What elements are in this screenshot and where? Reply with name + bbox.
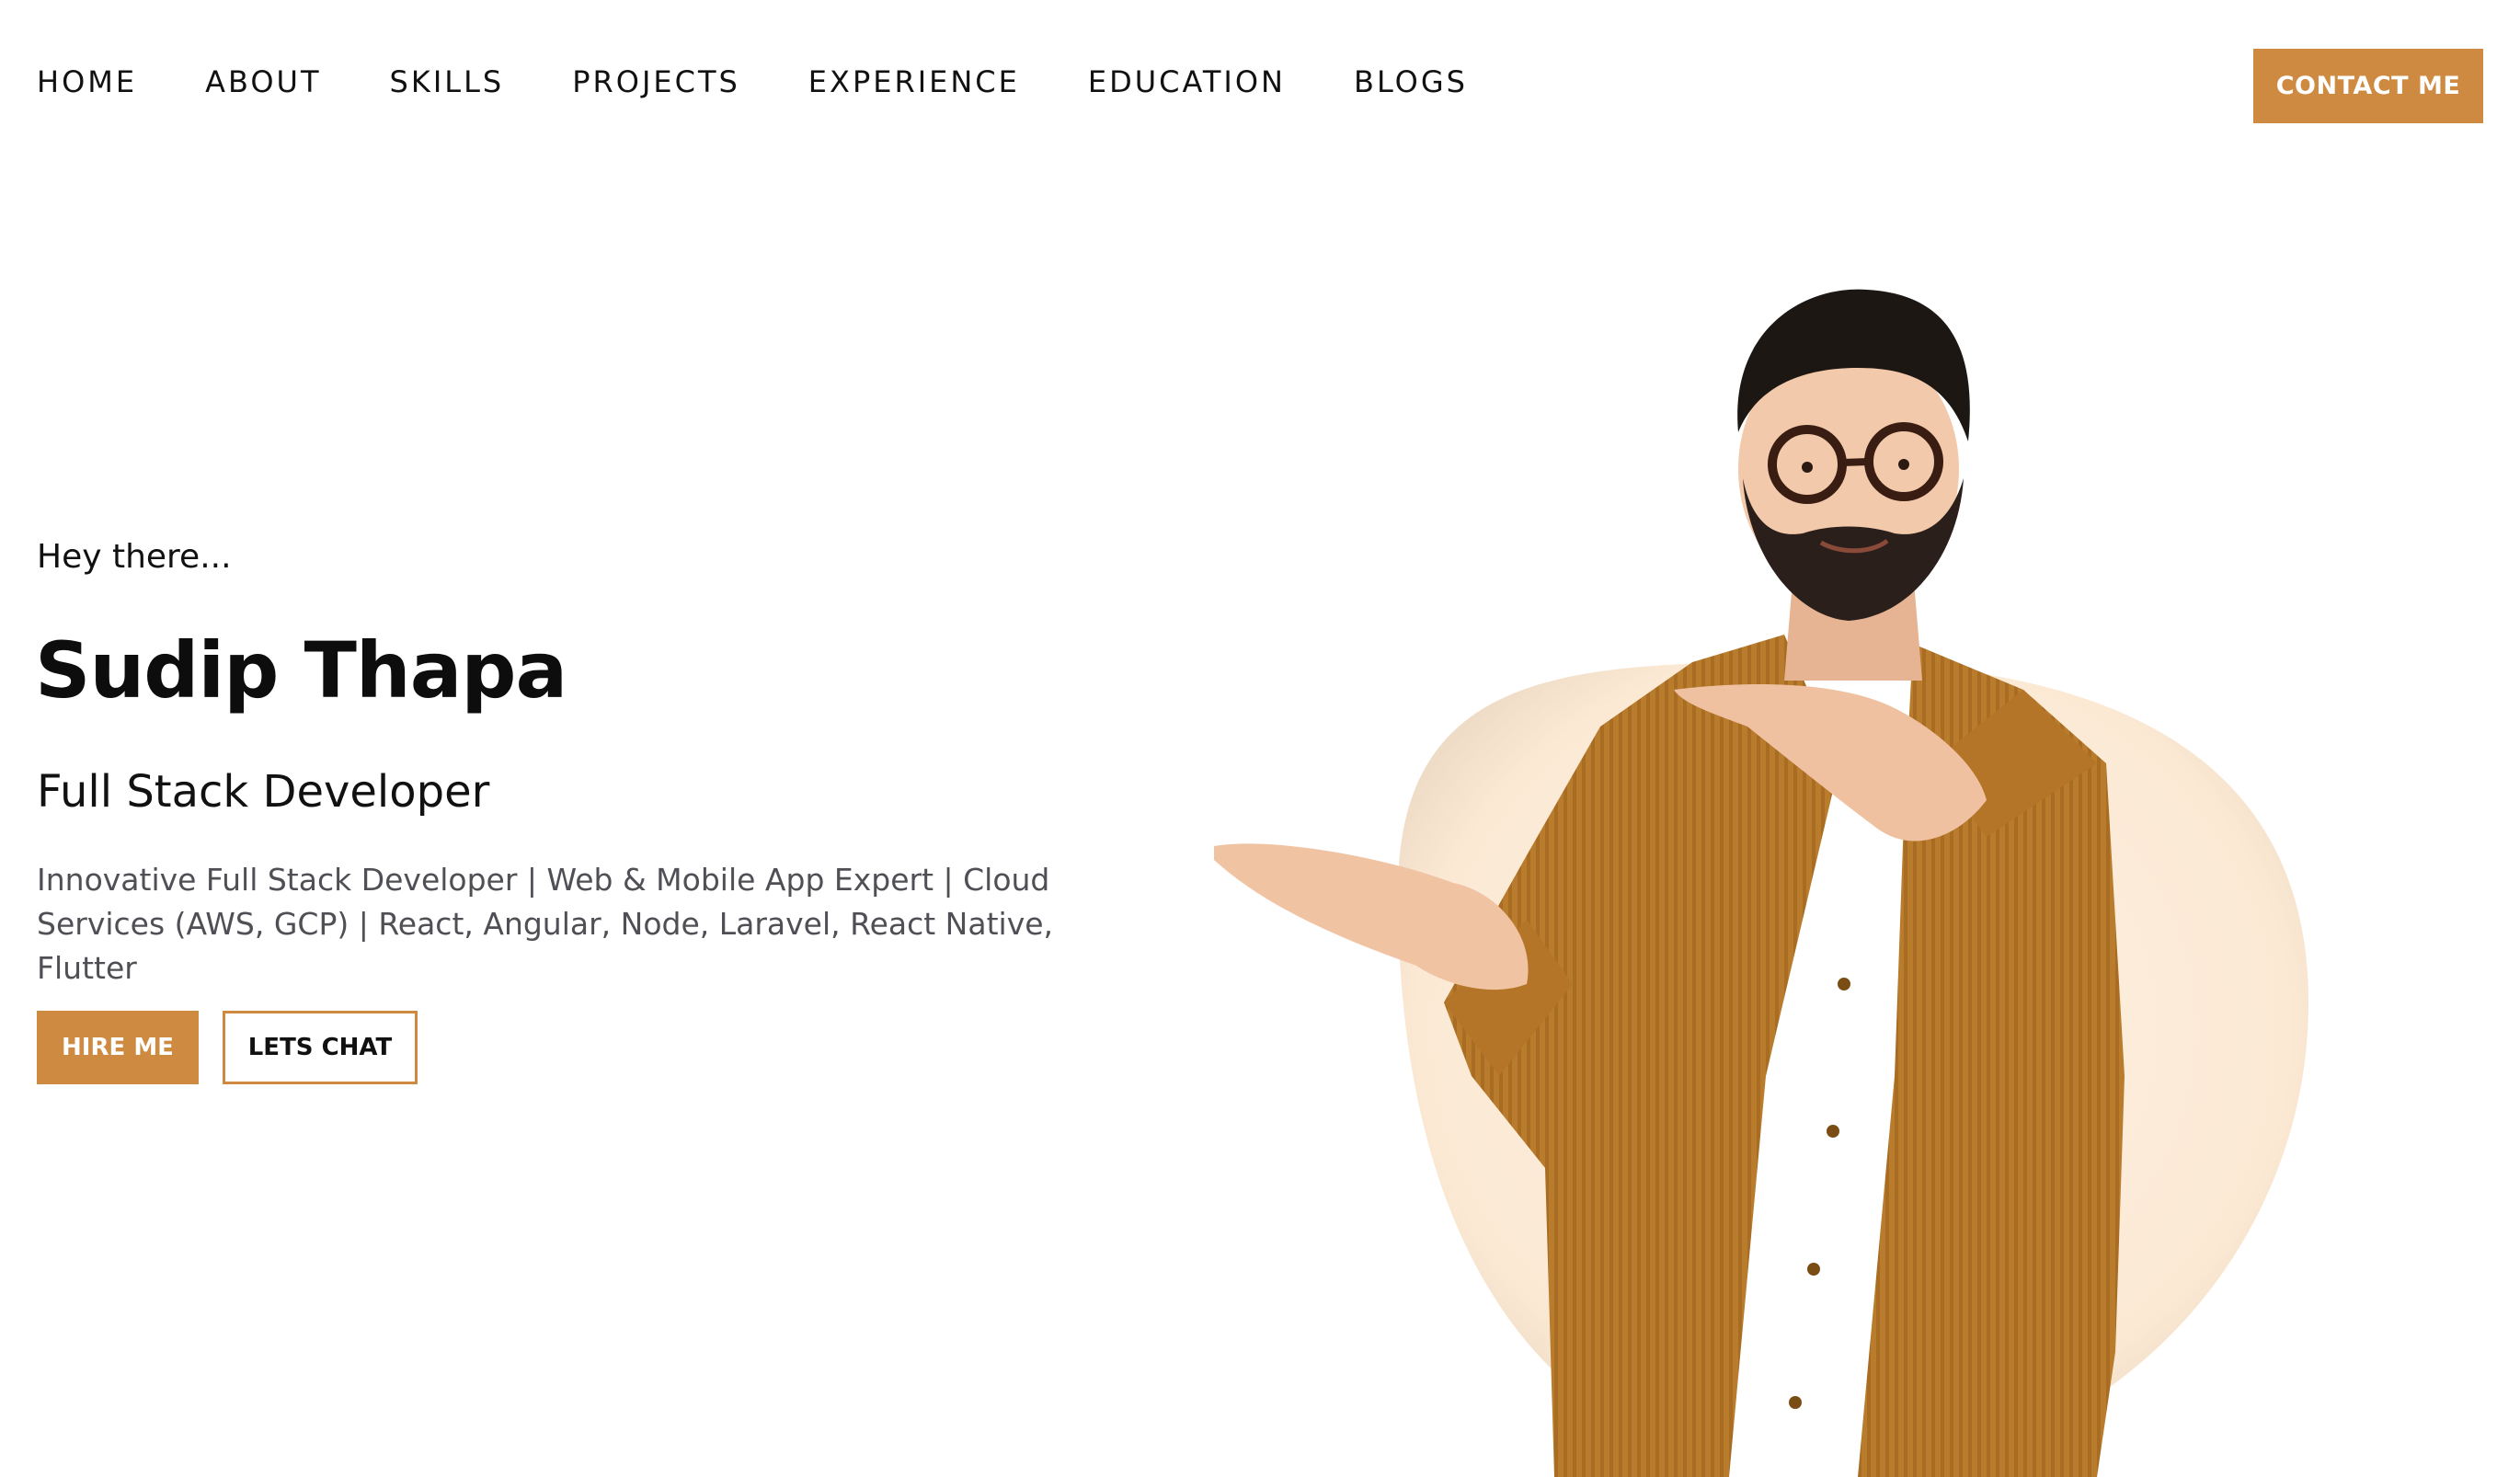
- lets-chat-button[interactable]: LETS CHAT: [223, 1011, 418, 1084]
- contact-me-button[interactable]: CONTACT ME: [2253, 49, 2483, 123]
- portrait-illustration: [1214, 289, 2308, 1477]
- portfolio-page: HOME ABOUT SKILLS PROJECTS EXPERIENCE ED…: [0, 0, 2520, 1477]
- nav-home-link[interactable]: HOME: [37, 64, 137, 99]
- hero-cta-group: HIRE ME LETS CHAT: [37, 1011, 418, 1084]
- nav-blogs-link[interactable]: BLOGS: [1354, 64, 1468, 99]
- nav-experience-link[interactable]: EXPERIENCE: [808, 64, 1020, 99]
- nav-skills-link[interactable]: SKILLS: [390, 64, 505, 99]
- hero-name: Sudip Thapa: [35, 625, 567, 716]
- hero-role: Full Stack Developer: [37, 766, 490, 818]
- hire-me-button[interactable]: HIRE ME: [37, 1011, 199, 1084]
- main-nav: HOME ABOUT SKILLS PROJECTS EXPERIENCE ED…: [37, 64, 1468, 99]
- nav-about-link[interactable]: ABOUT: [205, 64, 321, 99]
- hero-tagline: Innovative Full Stack Developer | Web & …: [37, 862, 1054, 986]
- hero-greeting: Hey there...: [37, 538, 232, 576]
- nav-education-link[interactable]: EDUCATION: [1088, 64, 1286, 99]
- nav-projects-link[interactable]: PROJECTS: [572, 64, 740, 99]
